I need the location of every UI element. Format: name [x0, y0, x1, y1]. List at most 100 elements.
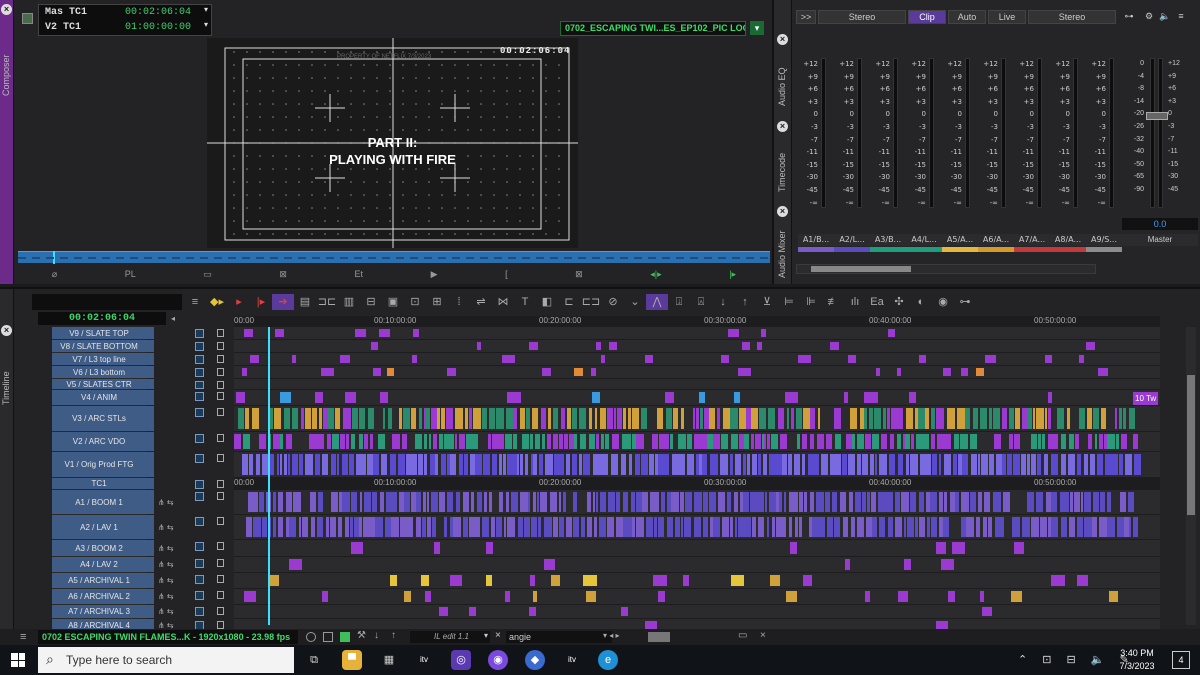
- clip-segment[interactable]: [1110, 454, 1118, 475]
- sync-lock-icon[interactable]: ⊨: [778, 294, 800, 310]
- clip-segment[interactable]: [779, 492, 783, 512]
- clip-segment[interactable]: [1124, 454, 1133, 475]
- clip-segment[interactable]: [866, 492, 870, 512]
- clip-segment[interactable]: [898, 454, 904, 475]
- clip-segment[interactable]: [653, 517, 657, 537]
- clip-segment[interactable]: [896, 368, 902, 376]
- clip-segment[interactable]: [1031, 454, 1037, 475]
- clip-segment[interactable]: [459, 454, 463, 475]
- ripple-icon[interactable]: ≢: [822, 294, 844, 310]
- lift-button-icon[interactable]: ⊟: [360, 294, 382, 310]
- clip-segment[interactable]: [594, 517, 598, 537]
- render-icon[interactable]: ⊏: [558, 294, 580, 310]
- clip-segment[interactable]: [1031, 517, 1040, 537]
- clip-segment[interactable]: [421, 575, 429, 586]
- clip-segment[interactable]: [935, 542, 947, 554]
- lock-toggle[interactable]: [217, 381, 224, 389]
- clip-segment[interactable]: [562, 492, 567, 512]
- clip-segment[interactable]: [462, 517, 468, 537]
- clip-segment[interactable]: [810, 492, 815, 512]
- audio-waveform-icon[interactable]: ⋔ ⇆: [158, 589, 174, 605]
- clip-segment[interactable]: [875, 368, 880, 376]
- clip-segment[interactable]: [347, 492, 351, 512]
- clip-segment[interactable]: [241, 368, 247, 376]
- clip-segment[interactable]: [685, 492, 692, 512]
- clip-segment[interactable]: [975, 517, 981, 537]
- clip-segment[interactable]: [943, 368, 951, 376]
- clip-segment[interactable]: [661, 492, 665, 512]
- position-bar[interactable]: [18, 251, 770, 264]
- close-search-icon[interactable]: ×: [495, 630, 501, 641]
- clip-segment[interactable]: [362, 517, 368, 537]
- clip-segment[interactable]: [379, 329, 390, 337]
- clip-segment[interactable]: [279, 434, 284, 449]
- playlength-button[interactable]: PL: [125, 269, 136, 279]
- clip-segment[interactable]: [721, 434, 728, 449]
- clip-segment[interactable]: [465, 408, 468, 429]
- clip-segment[interactable]: [411, 408, 417, 429]
- clip-segment[interactable]: [415, 517, 422, 537]
- waveform-icon[interactable]: ⋀: [646, 294, 668, 310]
- clip-segment[interactable]: [951, 542, 965, 554]
- clip-segment[interactable]: [786, 591, 798, 602]
- clip-segment[interactable]: [611, 434, 620, 449]
- clip-segment[interactable]: [543, 517, 552, 537]
- clip-segment[interactable]: [1078, 408, 1086, 429]
- clip-segment[interactable]: [693, 434, 701, 449]
- clip-segment[interactable]: [820, 517, 825, 537]
- clip-segment[interactable]: [830, 342, 839, 350]
- file-explorer-icon[interactable]: ▀: [342, 650, 362, 670]
- clock[interactable]: 3:40 PM 7/3/2023: [1112, 647, 1162, 673]
- clip-segment[interactable]: [771, 434, 778, 449]
- clip-segment[interactable]: [520, 454, 524, 475]
- clip-segment[interactable]: [368, 408, 375, 429]
- clip-segment[interactable]: [984, 355, 996, 363]
- clip-segment[interactable]: [847, 355, 856, 363]
- lock-toggle[interactable]: [217, 517, 224, 525]
- clip-segment[interactable]: [789, 542, 798, 554]
- clip-segment[interactable]: [636, 434, 644, 449]
- clip-segment[interactable]: [453, 517, 461, 537]
- clip-segment[interactable]: [326, 434, 332, 449]
- tab-clip[interactable]: Clip: [908, 10, 946, 24]
- clip-segment[interactable]: [1050, 434, 1059, 449]
- close-icon[interactable]: ×: [1, 325, 12, 336]
- clip-segment[interactable]: [729, 517, 733, 537]
- lock-toggle[interactable]: [217, 607, 224, 615]
- clip-segment[interactable]: [926, 517, 930, 537]
- clip-segment[interactable]: [625, 517, 632, 537]
- clip-segment[interactable]: [642, 492, 648, 512]
- monitor-toggle[interactable]: [195, 454, 204, 463]
- clip-segment[interactable]: [721, 355, 729, 363]
- clip-segment[interactable]: [720, 454, 729, 475]
- clip-segment[interactable]: [944, 454, 951, 475]
- clip-segment[interactable]: [1061, 454, 1066, 475]
- clip-segment[interactable]: [1008, 434, 1013, 449]
- clip-segment[interactable]: [440, 454, 447, 475]
- clip-segment[interactable]: [304, 408, 308, 429]
- track-patch[interactable]: [146, 452, 154, 477]
- tab-live[interactable]: Live: [988, 10, 1026, 24]
- lock-toggle[interactable]: [217, 392, 224, 400]
- track-patch[interactable]: [146, 340, 154, 352]
- clip-segment[interactable]: [744, 434, 750, 449]
- clip-segment[interactable]: [388, 408, 392, 429]
- clip-segment[interactable]: [683, 517, 691, 537]
- clip-segment[interactable]: [1118, 454, 1123, 475]
- track-header[interactable]: V6 / L3 bottom: [52, 366, 146, 379]
- clip-segment[interactable]: [1133, 454, 1142, 475]
- lock-toggle[interactable]: [217, 434, 224, 442]
- clip-segment[interactable]: [482, 408, 487, 429]
- clip-segment[interactable]: [245, 517, 253, 537]
- clip-segment[interactable]: [593, 454, 601, 475]
- clip-segment[interactable]: [567, 408, 571, 429]
- clip-segment[interactable]: [834, 434, 842, 449]
- clip-segment[interactable]: [1096, 408, 1099, 429]
- clip-segment[interactable]: [595, 492, 598, 512]
- clip-segment[interactable]: [837, 454, 842, 475]
- clip-segment[interactable]: [931, 454, 938, 475]
- clip-segment[interactable]: [1010, 591, 1023, 602]
- clip-segment[interactable]: [259, 492, 265, 512]
- clip-segment[interactable]: [308, 408, 312, 429]
- add-edit-icon[interactable]: ⁞: [448, 294, 470, 310]
